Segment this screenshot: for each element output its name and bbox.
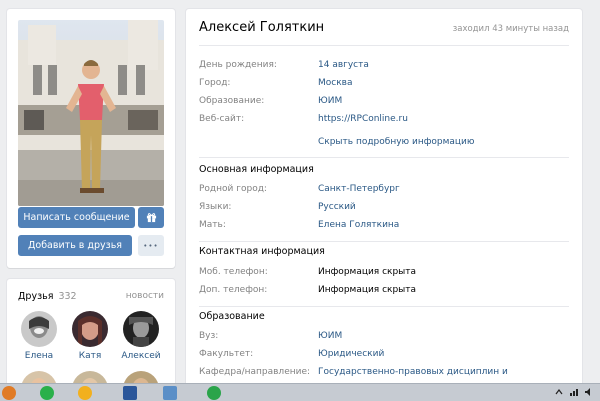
section-title-education: Образование [199, 311, 265, 322]
speaker-icon[interactable] [584, 387, 594, 397]
info-row-website: Веб-сайт: https://RPConline.ru [199, 112, 569, 125]
info-value-link[interactable]: Москва [318, 78, 352, 88]
firefox-icon[interactable] [2, 386, 16, 400]
info-row-languages: Языки: Русский [199, 200, 569, 213]
word-icon[interactable] [123, 386, 137, 400]
info-label: День рождения: [199, 59, 277, 70]
friend-avatar[interactable] [21, 311, 57, 347]
info-value-link[interactable]: 14 августа [318, 60, 369, 70]
section-title-contacts: Контактная информация [199, 246, 325, 257]
info-row-city: Город: Москва [199, 76, 569, 89]
friend-item[interactable]: Катя [70, 311, 110, 361]
friend-name[interactable]: Катя [70, 351, 110, 361]
info-label: Доп. телефон: [199, 284, 268, 295]
info-row-birthday: День рождения: 14 августа [199, 58, 569, 71]
info-label: Моб. телефон: [199, 266, 268, 277]
info-row-mobile-phone: Моб. телефон: Информация скрыта [199, 265, 569, 278]
friends-title[interactable]: Друзья [18, 291, 53, 302]
section-title-basic: Основная информация [199, 164, 314, 175]
tray-arrow-icon[interactable] [554, 387, 564, 397]
os-taskbar [0, 383, 600, 401]
system-tray [554, 387, 594, 397]
info-value: Информация скрыта [318, 266, 417, 277]
divider [199, 157, 569, 158]
profile-photo-image [18, 20, 164, 206]
info-label: Родной город: [199, 183, 267, 194]
info-label: Веб-сайт: [199, 113, 245, 124]
friend-item[interactable]: Елена [19, 311, 59, 361]
divider [199, 241, 569, 242]
info-label: Город: [199, 77, 231, 88]
gift-icon [146, 213, 156, 223]
hide-details-link[interactable]: Скрыть подробную информацию [318, 137, 474, 147]
info-value-link[interactable]: Государственно-правовых дисциплин и [318, 367, 508, 377]
info-app-icon[interactable] [207, 386, 221, 400]
network-icon[interactable] [569, 387, 579, 397]
last-seen-status: заходил 43 минуты назад [452, 24, 569, 34]
info-value-link[interactable]: ЮИМ [318, 96, 342, 106]
friend-item[interactable]: Алексей [121, 311, 161, 361]
friends-count: 332 [58, 290, 77, 302]
info-label: Языки: [199, 201, 232, 212]
info-row-hometown: Родной город: Санкт-Петербург [199, 182, 569, 195]
info-label: Вуз: [199, 330, 219, 341]
picture-icon[interactable] [163, 386, 177, 400]
friends-news-link[interactable]: новости [126, 291, 164, 301]
info-value-link[interactable]: Елена Голяткина [318, 220, 399, 230]
info-row-university: Вуз: ЮИМ [199, 329, 569, 342]
info-row-mother: Мать: Елена Голяткина [199, 218, 569, 231]
page-title: Алексей Голяткин [199, 20, 325, 35]
info-value-link[interactable]: Санкт-Петербург [318, 184, 400, 194]
add-friend-button[interactable]: Добавить в друзья [18, 235, 132, 256]
divider [199, 45, 569, 46]
whatsapp-icon[interactable] [40, 386, 54, 400]
friend-avatar[interactable] [123, 311, 159, 347]
info-label: Кафедра/направление: [199, 366, 311, 377]
profile-photo[interactable] [18, 20, 164, 206]
app-icon[interactable] [78, 386, 92, 400]
divider [199, 306, 569, 307]
friend-avatar[interactable] [72, 311, 108, 347]
friend-name[interactable]: Алексей [121, 351, 161, 361]
info-value-link[interactable]: Юридический [318, 349, 384, 359]
info-value-link[interactable]: Русский [318, 202, 356, 212]
website-link[interactable]: https://RPConline.ru [318, 114, 408, 124]
send-message-button[interactable]: Написать сообщение [18, 207, 135, 228]
info-label: Мать: [199, 219, 226, 230]
info-row-extra-phone: Доп. телефон: Информация скрыта [199, 283, 569, 296]
info-row-faculty: Факультет: Юридический [199, 347, 569, 360]
profile-info-card: Алексей Голяткин заходил 43 минуты назад… [186, 9, 582, 401]
info-label: Факультет: [199, 348, 254, 359]
send-gift-button[interactable] [138, 207, 164, 228]
profile-photo-card: Написать сообщение Добавить в друзья ••• [7, 9, 175, 268]
friends-header: Друзья 332 новости [18, 289, 164, 303]
info-value-link[interactable]: ЮИМ [318, 331, 342, 341]
info-row-department: Кафедра/направление: Государственно-прав… [199, 365, 569, 378]
info-value: Информация скрыта [318, 284, 417, 295]
info-label: Образование: [199, 95, 265, 106]
info-row-education: Образование: ЮИМ [199, 94, 569, 107]
more-actions-button[interactable]: ••• [138, 235, 164, 256]
friend-name[interactable]: Елена [19, 351, 59, 361]
